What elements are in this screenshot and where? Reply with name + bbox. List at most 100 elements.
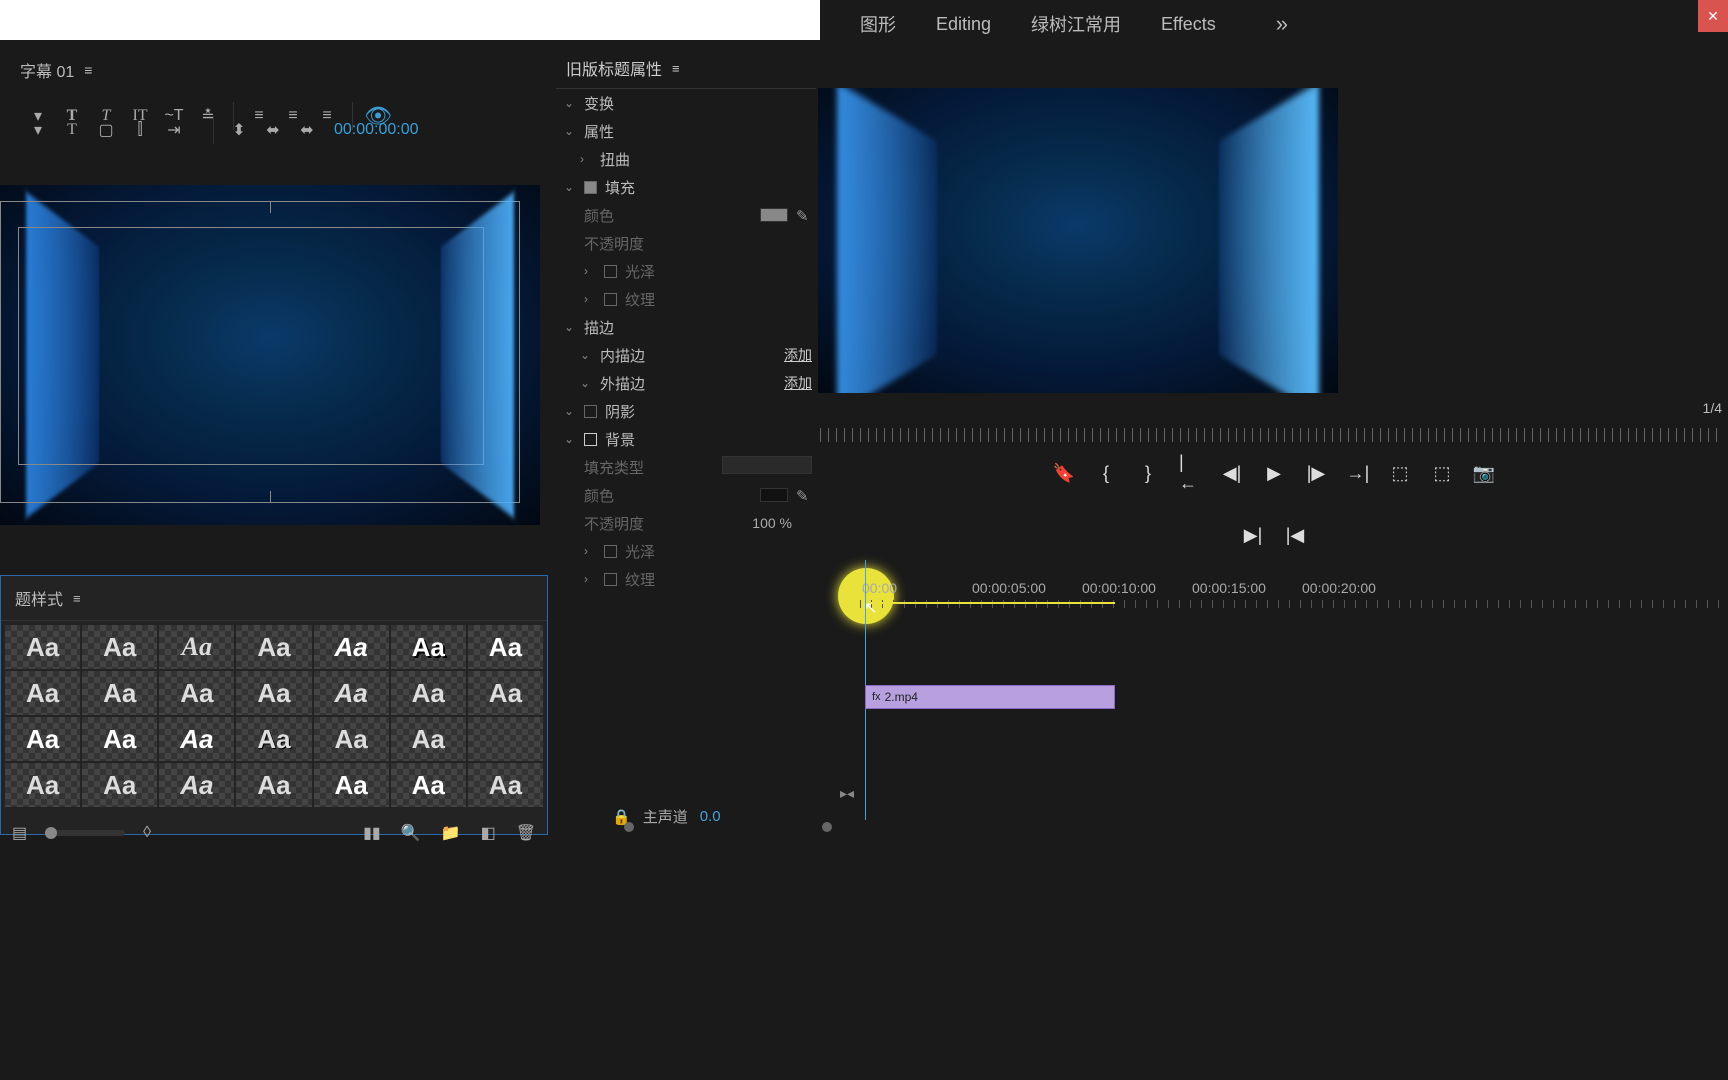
panel-menu-icon[interactable]: ≡ — [672, 61, 680, 76]
go-to-in-icon[interactable]: |← — [1179, 462, 1201, 484]
style-preset[interactable]: Aa — [314, 717, 389, 761]
prop-inner-stroke[interactable]: 内描边 — [600, 345, 645, 366]
style-preset[interactable]: Aa — [236, 717, 311, 761]
style-preset[interactable]: Aa — [82, 717, 157, 761]
style-preset[interactable]: Aa — [236, 671, 311, 715]
texture-checkbox[interactable] — [604, 293, 617, 306]
caret-icon[interactable]: › — [580, 152, 592, 166]
mark-in-icon[interactable]: { — [1095, 462, 1117, 484]
folder-icon[interactable]: 📁 — [441, 823, 461, 843]
extract-icon[interactable]: ⬚ — [1431, 462, 1453, 484]
workspace-editing[interactable]: Editing — [936, 14, 991, 35]
style-preset[interactable]: Aa — [159, 671, 234, 715]
style-preset[interactable]: Aa — [5, 717, 80, 761]
workspace-more-icon[interactable]: » — [1276, 11, 1288, 37]
dialog-titlebar[interactable] — [0, 0, 820, 40]
step-forward-icon[interactable]: |▶ — [1305, 462, 1327, 484]
step-back-icon[interactable]: ◀| — [1221, 462, 1243, 484]
shadow-checkbox[interactable] — [584, 405, 597, 418]
workspace-custom[interactable]: 绿树江常用 — [1031, 11, 1121, 37]
caret-icon[interactable]: ⌄ — [564, 404, 576, 418]
prop-stroke[interactable]: 描边 — [584, 317, 614, 338]
zoom-slider[interactable] — [45, 830, 125, 836]
caret-icon[interactable]: ⌄ — [580, 348, 592, 362]
video-clip[interactable]: fx 2.mp4 — [865, 685, 1115, 709]
prop-background[interactable]: 背景 — [605, 429, 635, 450]
style-preset[interactable]: Aa — [236, 625, 311, 669]
add-inner-stroke-link[interactable]: 添加 — [784, 345, 812, 365]
trash-icon[interactable]: 🗑 — [516, 823, 536, 843]
area-type-icon[interactable]: ▢ — [93, 117, 119, 143]
new-item-icon[interactable]: ▮▮ — [363, 823, 381, 843]
caret-icon[interactable]: › — [584, 544, 596, 558]
style-preset[interactable]: Aa — [82, 671, 157, 715]
panel-menu-icon[interactable]: ≡ — [73, 591, 81, 606]
style-preset[interactable]: Aa — [314, 671, 389, 715]
style-preset[interactable]: Aa — [391, 763, 466, 807]
sort-icon[interactable]: ◊ — [143, 824, 151, 842]
go-to-out-icon[interactable]: →| — [1347, 462, 1369, 484]
caret-icon[interactable]: ⌄ — [580, 376, 592, 390]
style-preset[interactable]: Aa — [5, 763, 80, 807]
prop-fill[interactable]: 填充 — [605, 177, 635, 198]
roll-icon[interactable]: ⬍ — [226, 117, 252, 143]
monitor-ruler[interactable] — [820, 428, 1722, 442]
style-preset[interactable]: Aa — [5, 625, 80, 669]
color-swatch[interactable] — [760, 208, 788, 222]
style-preset[interactable]: Aa — [5, 671, 80, 715]
style-preset[interactable]: Aa — [468, 625, 543, 669]
timeline-zoom-scrollbar[interactable] — [616, 822, 1722, 834]
style-preset[interactable]: Aa — [468, 671, 543, 715]
mark-out-icon[interactable]: } — [1137, 462, 1159, 484]
zoom-level[interactable]: 1/4 — [1703, 400, 1722, 416]
list-view-icon[interactable]: ▤ — [12, 823, 27, 843]
style-preset[interactable]: Aa — [391, 717, 466, 761]
eyedropper-icon[interactable]: ✎ — [796, 207, 812, 223]
style-preset[interactable]: Aa — [159, 717, 234, 761]
caret-icon[interactable]: ⌄ — [564, 96, 576, 110]
add-marker-icon[interactable]: 🔖 — [1053, 462, 1075, 484]
caret-icon[interactable]: ⌄ — [564, 320, 576, 334]
export-frame-icon[interactable]: 📷 — [1473, 462, 1495, 484]
style-preset[interactable]: Aa — [314, 763, 389, 807]
fill-checkbox[interactable] — [584, 181, 597, 194]
crawl-right-icon[interactable]: ⬌ — [294, 117, 320, 143]
work-area-bar[interactable] — [865, 602, 1115, 604]
caret-icon[interactable]: ⌄ — [564, 432, 576, 446]
prop-shadow[interactable]: 阴影 — [605, 401, 635, 422]
zoom-handle-left[interactable] — [624, 822, 634, 832]
overwrite-icon[interactable]: |◀ — [1284, 524, 1306, 546]
style-preset[interactable]: Aa — [236, 763, 311, 807]
background-checkbox[interactable] — [584, 433, 597, 446]
panel-menu-icon[interactable]: ≡ — [84, 62, 92, 78]
style-preset[interactable]: Aa — [468, 763, 543, 807]
sheen-checkbox[interactable] — [604, 265, 617, 278]
prop-transform[interactable]: 变换 — [584, 93, 614, 114]
lift-icon[interactable]: ⬚ — [1389, 462, 1411, 484]
style-preset[interactable]: Aa — [391, 671, 466, 715]
style-preset[interactable]: Aa — [314, 625, 389, 669]
insert-icon[interactable]: ▶| — [1242, 524, 1264, 546]
time-ruler[interactable]: ↖ 00:00 00:00:05:00 00:00:10:00 00:00:15… — [820, 560, 1728, 610]
play-icon[interactable]: ▶ — [1263, 462, 1285, 484]
prop-attributes[interactable]: 属性 — [584, 121, 614, 142]
tab-icon[interactable]: ⇥ — [161, 117, 187, 143]
prop-outer-stroke[interactable]: 外描边 — [600, 373, 645, 394]
workspace-effects[interactable]: Effects — [1161, 14, 1216, 35]
eyedropper-icon[interactable]: ✎ — [796, 487, 812, 503]
caret-icon[interactable]: › — [584, 264, 596, 278]
workspace-graphics[interactable]: 图形 — [860, 11, 896, 37]
caret-icon[interactable]: › — [584, 292, 596, 306]
new-bin-icon[interactable]: ◧ — [481, 823, 496, 843]
bg-color-swatch[interactable] — [760, 488, 788, 502]
caret-icon[interactable]: ⌄ — [564, 180, 576, 194]
caret-icon[interactable]: › — [584, 572, 596, 586]
search-icon[interactable]: 🔍 — [401, 823, 421, 843]
caret-icon[interactable]: ⌄ — [564, 124, 576, 138]
track-collapse-icon[interactable]: ▸◂ — [840, 785, 854, 802]
vertical-type2-icon[interactable]: T — [59, 117, 85, 143]
program-monitor[interactable] — [818, 88, 1338, 393]
style-preset[interactable]: Aa — [391, 625, 466, 669]
close-button[interactable]: ✕ — [1698, 0, 1728, 32]
prop-distort[interactable]: 扭曲 — [600, 149, 630, 170]
